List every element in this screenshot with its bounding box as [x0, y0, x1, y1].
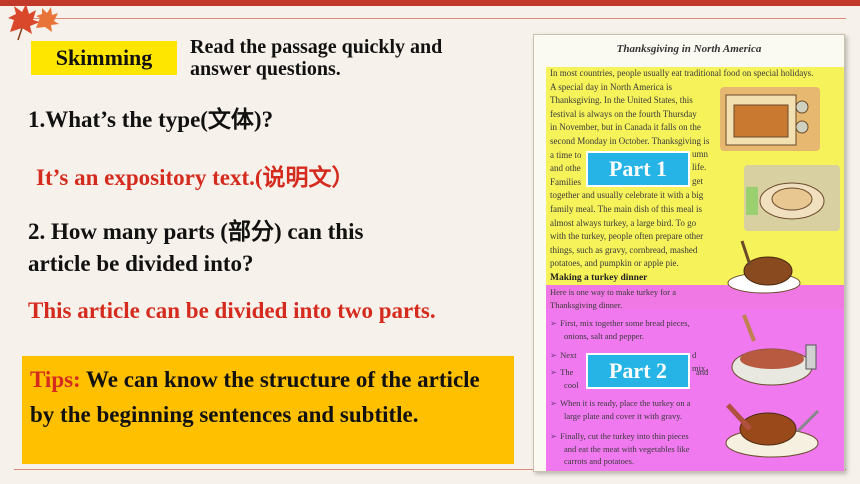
top-border: [0, 0, 860, 6]
passage-line-fragment: life.: [692, 162, 707, 172]
arrow-icon: ➢: [550, 350, 558, 360]
passage-title: Thanksgiving in North America: [616, 43, 762, 55]
part-1-label: Part 1: [586, 151, 690, 187]
step-line: large plate and cover it with gravy.: [564, 410, 683, 421]
maple-leaf-decoration: [8, 4, 59, 41]
passage-line: Thanksgiving dinner.: [550, 299, 623, 310]
step-line: and: [696, 367, 709, 377]
question-2-line: article be divided into?: [28, 251, 254, 276]
carving-turkey-illustration: [720, 385, 830, 465]
roast-turkey-illustration: [724, 235, 804, 299]
passage-subtitle: Making a turkey dinner: [550, 273, 648, 283]
part-2-label: Part 2: [586, 353, 690, 389]
passage-line: In most countries, people usually eat tr…: [550, 68, 814, 78]
step-line: carrots and potatoes.: [564, 456, 635, 466]
step-line: Finally, cut the turkey into thin pieces: [560, 431, 689, 441]
question-2: 2. How many parts (部分) can this article …: [28, 216, 478, 280]
passage-line: Here is one way to make turkey for a: [550, 287, 677, 297]
mixing-bowl-illustration: [714, 311, 832, 393]
tips-label: Tips:: [30, 367, 81, 392]
arrow-icon: ➢: [550, 431, 558, 441]
instruction-line: Read the passage quickly and: [190, 36, 443, 58]
turkey-prep-illustration: [744, 165, 840, 231]
tips-text: We can know the structure of the article…: [30, 367, 480, 427]
step-4: ➢ When it is ready, place the turkey on a…: [550, 397, 700, 422]
arrow-icon: ➢: [550, 318, 558, 328]
question-1: 1.What’s the type(文体)?: [28, 107, 274, 132]
arrow-icon: ➢: [550, 398, 558, 408]
step-line: When it is ready, place the turkey on a: [560, 398, 691, 408]
answer-1: It’s an expository text.(说明文）: [36, 165, 355, 190]
step-line: Next: [560, 350, 577, 360]
step-line: and eat the meat with vegetables like: [564, 443, 690, 454]
step-line: onions, salt and pepper.: [564, 330, 645, 341]
answer-2: This article can be divided into two par…: [28, 298, 436, 323]
question-2-line: 2. How many parts (部分) can this: [28, 219, 364, 244]
instruction-text: Read the passage quickly and answer ques…: [190, 36, 520, 80]
step-line: First, mix together some bread pieces,: [560, 318, 690, 328]
oven-illustration: [720, 87, 820, 151]
skimming-badge: Skimming: [31, 41, 177, 75]
instruction-line: answer questions.: [190, 58, 341, 80]
arrow-icon: ➢: [550, 367, 558, 377]
step-line: The: [560, 367, 574, 377]
step-1: ➢ First, mix together some bread pieces, …: [550, 317, 700, 342]
tips-box: Tips: We can know the structure of the a…: [22, 356, 514, 464]
passage-line-fragment: umn: [692, 149, 709, 159]
step-5: ➢ Finally, cut the turkey into thin piece…: [550, 430, 700, 468]
passage-subintro: Here is one way to make turkey for a Tha…: [550, 286, 710, 311]
passage-line-fragment: get: [692, 176, 703, 186]
passage-image: Thanksgiving in North America In most co…: [533, 34, 845, 472]
